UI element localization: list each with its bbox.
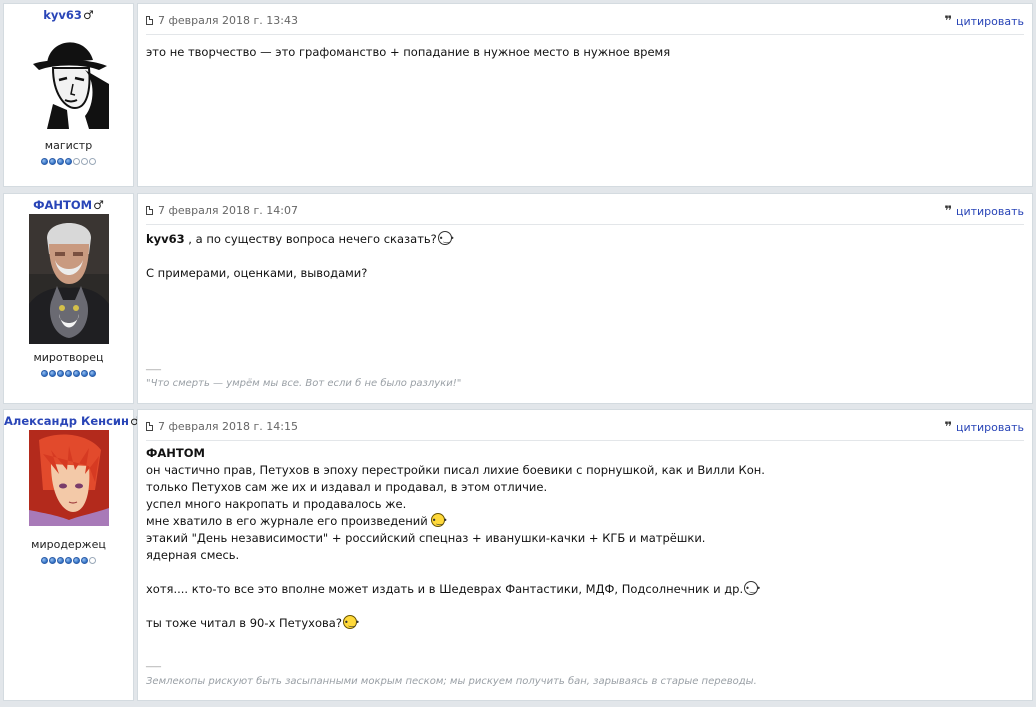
post-text: kyv63 , а по существу вопроса нечего ска… [146,230,1024,282]
text-line: он частично прав, Петухов в эпоху перест… [146,463,765,477]
rating-dot-empty [73,158,80,165]
rating-dot-filled [49,370,56,377]
rating-dot-filled [41,158,48,165]
text-line: , а по существу вопроса нечего сказать? [184,232,437,246]
text-line: успел много накропать и продавалось же. [146,497,407,511]
post-body: 7 февраля 2018 г. 14:15 ❞ цитировать ФАНТ… [137,409,1033,701]
grin-smiley-icon [744,580,759,597]
avatar[interactable] [28,24,109,129]
rating-dot-filled [65,158,72,165]
text-line: ты тоже читал в 90-х Петухова? [146,616,342,630]
document-icon [146,16,153,25]
text-line: хотя.... кто-то все это вполне может изд… [146,582,744,596]
post-header: 7 февраля 2018 г. 14:07 ❞ цитировать [146,204,1024,225]
author-panel: kyv63♂ магистр [3,3,134,187]
signature-separator: ___ [146,360,161,371]
rating-dot-filled [81,557,88,564]
author-name[interactable]: ФАНТОМ♂ [4,198,133,212]
post-header: 7 февраля 2018 г. 13:43 ❞ цитировать [146,14,1024,35]
post-text: ФАНТОМ он частично прав, Петухов в эпоху… [146,445,1024,632]
rating-dots [4,158,133,165]
document-icon [146,206,153,215]
quote-icon: ❞ [944,420,952,435]
rating-dot-filled [57,370,64,377]
male-gender-icon: ♂ [82,8,94,22]
author-name[interactable]: kyv63♂ [4,8,133,22]
rating-dot-empty [89,557,96,564]
post-date: 7 февраля 2018 г. 14:07 [158,204,298,217]
forum-post: Александр Кенсин♂ миродержец 7 февраля 2… [3,409,1033,701]
author-name[interactable]: Александр Кенсин♂ [4,414,141,428]
post-body: 7 февраля 2018 г. 13:43 ❞ цитировать это … [137,3,1033,187]
quote-icon: ❞ [944,204,952,219]
user-rank: магистр [44,139,93,152]
forum-post: ФАНТОМ♂ миротворец 7 февраля 2018 г. 14:… [3,193,1033,404]
quote-button[interactable]: ❞ цитировать [944,420,1024,435]
text-line: этакий "День независимости" + российский… [146,531,706,545]
user-rank: миротворец [33,351,104,364]
text-line: только Петухов сам же их и издавал и про… [146,480,548,494]
rating-dot-filled [65,370,72,377]
signature-separator: ___ [146,657,161,668]
rating-dots [4,370,133,377]
post-header: 7 февраля 2018 г. 14:15 ❞ цитировать [146,420,1024,441]
rating-dot-filled [49,557,56,564]
grin-smiley-icon [437,230,452,247]
post-body: 7 февраля 2018 г. 14:07 ❞ цитировать kyv6… [137,193,1033,404]
rating-dot-filled [73,557,80,564]
rating-dot-filled [41,370,48,377]
rating-dot-filled [57,158,64,165]
post-date: 7 февраля 2018 г. 13:43 [158,14,298,27]
quote-button[interactable]: ❞ цитировать [944,204,1024,219]
quote-icon: ❞ [944,14,952,29]
post-date: 7 февраля 2018 г. 14:15 [158,420,298,433]
rating-dot-filled [89,370,96,377]
signature: "Что смерть — умрём мы все. Вот если б н… [146,378,462,389]
rating-dot-filled [73,370,80,377]
forum-post: kyv63♂ магистр 7 февраля 2018 г. 13:43 ❞… [3,3,1033,187]
text-line: это не творчество — это графоманство + п… [146,45,671,59]
text-line: мне хватило в его журнале его произведен… [146,514,428,528]
rating-dots [4,557,133,564]
rating-dot-filled [41,557,48,564]
smile-smiley-icon [342,614,357,631]
rating-dot-filled [81,370,88,377]
smile-smiley-icon [430,512,445,529]
rating-dot-empty [89,158,96,165]
avatar[interactable] [28,214,109,344]
quote-button[interactable]: ❞ цитировать [944,14,1024,29]
user-rank: миродержец [31,538,106,551]
male-gender-icon: ♂ [93,198,104,212]
author-panel: ФАНТОМ♂ миротворец [3,193,134,404]
rating-dot-filled [65,557,72,564]
addressee-name[interactable]: kyv63 [146,232,185,246]
post-text: это не творчество — это графоманство + п… [146,44,1024,61]
addressee-name[interactable]: ФАНТОМ [146,445,1024,462]
author-panel: Александр Кенсин♂ миродержец [3,409,141,701]
document-icon [146,422,153,431]
signature: Землекопы рискуют быть засыпанными мокры… [146,676,757,687]
avatar[interactable] [28,430,109,526]
text-line: С примерами, оценками, выводами? [146,266,368,280]
rating-dot-filled [57,557,64,564]
rating-dot-filled [49,158,56,165]
text-line: ядерная смесь. [146,548,240,562]
rating-dot-empty [81,158,88,165]
